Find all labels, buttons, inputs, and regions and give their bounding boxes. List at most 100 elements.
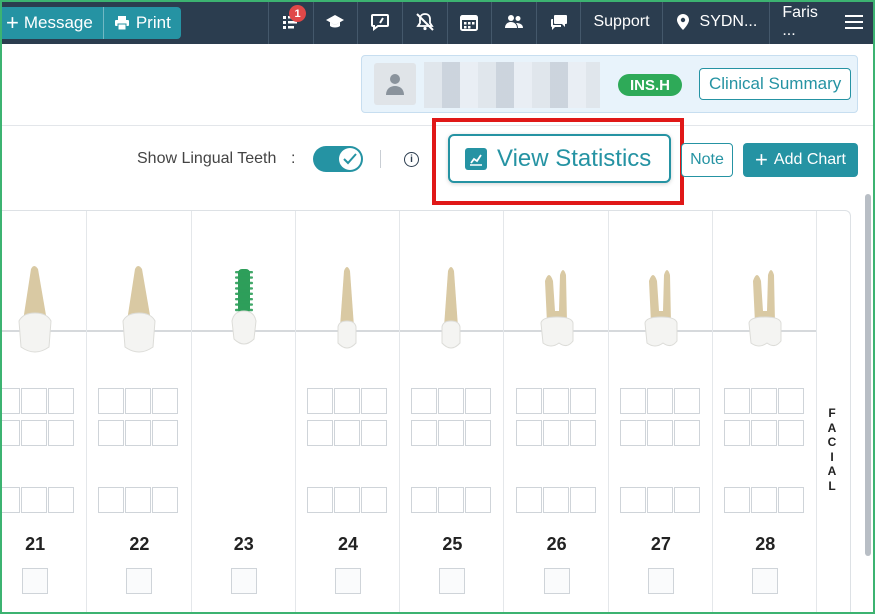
tooth-image[interactable] xyxy=(214,261,274,366)
perio-cell[interactable] xyxy=(619,487,646,513)
print-button[interactable]: Print xyxy=(102,7,181,39)
perio-cell[interactable] xyxy=(21,487,48,513)
perio-cell[interactable] xyxy=(515,487,542,513)
perio-cell[interactable] xyxy=(751,487,778,513)
hamburger-menu-icon[interactable] xyxy=(845,15,864,29)
tooth-column[interactable]: 28 xyxy=(713,211,818,614)
perio-cell[interactable] xyxy=(307,487,334,513)
nav-education-button[interactable] xyxy=(312,0,358,44)
perio-cell[interactable] xyxy=(0,388,21,414)
perio-cell[interactable] xyxy=(0,487,21,513)
perio-cell[interactable] xyxy=(569,388,596,414)
tooth-image[interactable] xyxy=(735,261,795,366)
perio-cell[interactable] xyxy=(361,388,388,414)
nav-users-button[interactable] xyxy=(491,0,536,44)
nav-chat-button[interactable] xyxy=(535,0,581,44)
perio-cell[interactable] xyxy=(48,487,75,513)
perio-cell[interactable] xyxy=(438,487,465,513)
tooth-column[interactable]: 23 xyxy=(192,211,296,614)
perio-cell[interactable] xyxy=(542,420,569,446)
perio-cell[interactable] xyxy=(542,487,569,513)
tooth-column[interactable]: 22 xyxy=(87,211,192,614)
perio-cell[interactable] xyxy=(646,420,673,446)
perio-cell[interactable] xyxy=(21,388,48,414)
perio-cell[interactable] xyxy=(515,388,542,414)
tooth-image[interactable] xyxy=(318,261,378,366)
perio-cell[interactable] xyxy=(125,487,152,513)
tooth-select-checkbox[interactable] xyxy=(752,568,779,594)
perio-cell[interactable] xyxy=(361,420,388,446)
nav-calendar-button[interactable] xyxy=(446,0,492,44)
perio-cell[interactable] xyxy=(438,388,465,414)
perio-cell[interactable] xyxy=(48,420,75,446)
perio-cell[interactable] xyxy=(515,420,542,446)
tooth-image[interactable] xyxy=(109,261,169,366)
perio-cell[interactable] xyxy=(334,388,361,414)
perio-cell[interactable] xyxy=(307,388,334,414)
perio-cell[interactable] xyxy=(465,487,492,513)
perio-cell[interactable] xyxy=(751,420,778,446)
tooth-column[interactable]: 25 xyxy=(400,211,505,614)
tooth-select-checkbox[interactable] xyxy=(22,568,49,594)
perio-cell[interactable] xyxy=(673,388,700,414)
perio-cell[interactable] xyxy=(152,487,179,513)
perio-cell[interactable] xyxy=(619,420,646,446)
perio-cell[interactable] xyxy=(411,388,438,414)
tooth-select-checkbox[interactable] xyxy=(647,568,674,594)
perio-cell[interactable] xyxy=(646,388,673,414)
perio-cell[interactable] xyxy=(21,420,48,446)
perio-cell[interactable] xyxy=(778,388,805,414)
perio-cell[interactable] xyxy=(411,420,438,446)
perio-cell[interactable] xyxy=(0,420,21,446)
perio-cell[interactable] xyxy=(307,420,334,446)
tooth-image[interactable] xyxy=(5,261,65,366)
perio-cell[interactable] xyxy=(152,420,179,446)
note-button[interactable]: Note xyxy=(681,143,733,177)
perio-cell[interactable] xyxy=(724,487,751,513)
support-link[interactable]: Support xyxy=(580,0,661,44)
message-button[interactable]: + Message xyxy=(0,7,103,39)
perio-cell[interactable] xyxy=(542,388,569,414)
nav-dashboard-button[interactable] xyxy=(357,0,402,44)
perio-cell[interactable] xyxy=(98,487,125,513)
tooth-column[interactable]: 26 xyxy=(505,211,609,614)
perio-cell[interactable] xyxy=(569,420,596,446)
perio-cell[interactable] xyxy=(98,420,125,446)
location-selector[interactable]: SYDN... xyxy=(661,0,770,44)
vertical-scrollbar[interactable] xyxy=(865,194,871,556)
tooth-column[interactable]: 24 xyxy=(296,211,401,614)
tooth-select-checkbox[interactable] xyxy=(335,568,362,594)
tooth-select-checkbox[interactable] xyxy=(439,568,466,594)
perio-cell[interactable] xyxy=(778,420,805,446)
perio-cell[interactable] xyxy=(361,487,388,513)
lingual-toggle[interactable] xyxy=(313,146,363,172)
perio-cell[interactable] xyxy=(724,420,751,446)
perio-cell[interactable] xyxy=(465,388,492,414)
tooth-select-checkbox[interactable] xyxy=(230,568,257,594)
perio-cell[interactable] xyxy=(778,487,805,513)
tooth-column[interactable]: 27 xyxy=(609,211,714,614)
perio-cell[interactable] xyxy=(751,388,778,414)
tooth-image[interactable] xyxy=(422,261,482,366)
perio-cell[interactable] xyxy=(125,420,152,446)
add-chart-button[interactable]: + Add Chart xyxy=(743,143,858,177)
perio-cell[interactable] xyxy=(673,487,700,513)
tooth-image[interactable] xyxy=(527,261,587,366)
perio-cell[interactable] xyxy=(411,487,438,513)
perio-cell[interactable] xyxy=(724,388,751,414)
perio-cell[interactable] xyxy=(619,388,646,414)
perio-cell[interactable] xyxy=(438,420,465,446)
perio-cell[interactable] xyxy=(646,487,673,513)
perio-cell[interactable] xyxy=(334,487,361,513)
tooth-select-checkbox[interactable] xyxy=(126,568,153,594)
nav-mute-button[interactable] xyxy=(401,0,447,44)
perio-cell[interactable] xyxy=(98,388,125,414)
tooth-select-checkbox[interactable] xyxy=(543,568,570,594)
perio-cell[interactable] xyxy=(48,388,75,414)
tooth-column[interactable]: 21 xyxy=(0,211,88,614)
perio-cell[interactable] xyxy=(673,420,700,446)
nav-tasks-button[interactable]: 1 xyxy=(268,0,313,44)
tooth-image[interactable] xyxy=(631,261,691,366)
info-icon[interactable]: i xyxy=(404,152,419,167)
perio-cell[interactable] xyxy=(125,388,152,414)
